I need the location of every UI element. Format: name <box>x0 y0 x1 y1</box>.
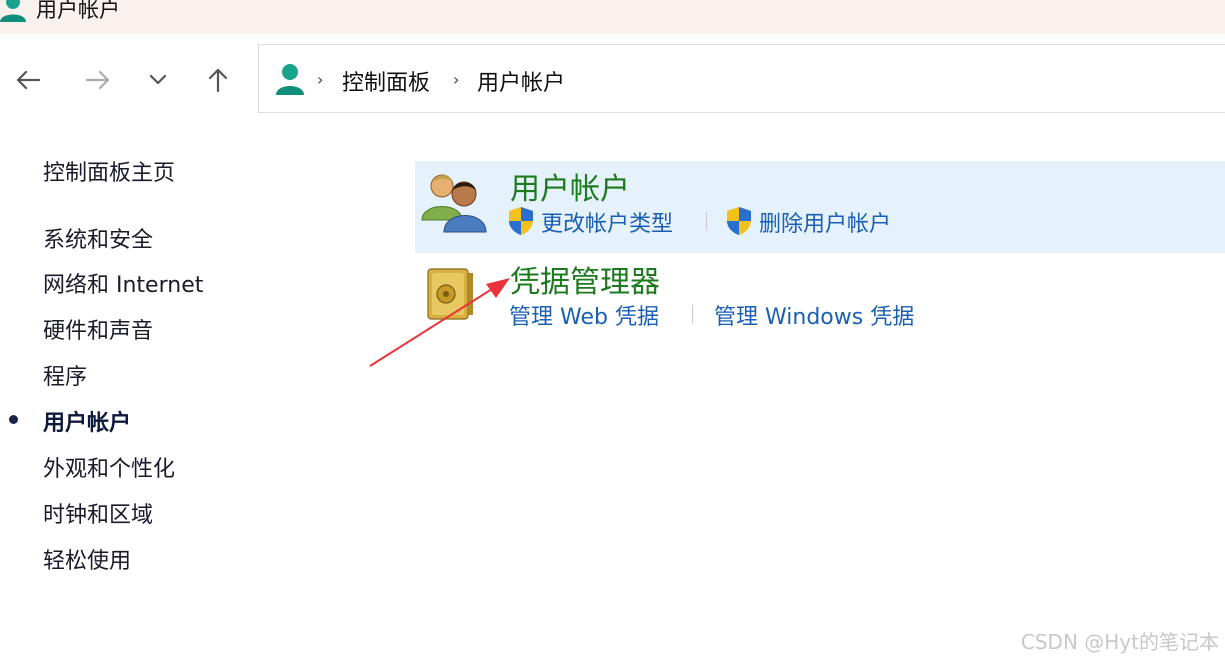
user-account-icon <box>0 0 26 22</box>
breadcrumb-chevron-icon[interactable]: › <box>453 70 459 89</box>
chevron-down-icon <box>149 74 167 85</box>
sidebar-item-appearance[interactable]: 外观和个性化 <box>43 451 175 483</box>
breadcrumb-chevron-icon[interactable]: › <box>317 70 323 89</box>
annotation-arrow <box>369 278 510 367</box>
uac-shield-icon <box>727 207 751 235</box>
sidebar-item-system-security[interactable]: 系统和安全 <box>43 222 153 254</box>
sidebar-item-ease-of-access[interactable]: 轻松使用 <box>43 543 131 575</box>
remove-user-account-link[interactable]: 删除用户帐户 <box>759 206 891 238</box>
back-button[interactable] <box>10 60 46 100</box>
credential-manager-title[interactable]: 凭据管理器 <box>510 257 660 301</box>
recent-locations-button[interactable] <box>140 60 176 100</box>
user-account-icon <box>276 64 304 95</box>
user-accounts-title[interactable]: 用户帐户 <box>510 164 630 208</box>
watermark: CSDN @Hyt的笔记本 <box>1020 630 1219 654</box>
link-separator <box>706 212 707 230</box>
sidebar-item-clock-region[interactable]: 时钟和区域 <box>43 497 153 529</box>
sidebar-item-hardware-sound[interactable]: 硬件和声音 <box>43 313 153 345</box>
window-title: 用户帐户 <box>36 0 120 22</box>
sidebar-item-network[interactable]: 网络和 Internet <box>43 267 203 299</box>
manage-web-credentials-link[interactable]: 管理 Web 凭据 <box>509 299 659 331</box>
active-bullet <box>9 415 18 424</box>
sidebar-item-programs[interactable]: 程序 <box>43 359 87 391</box>
users-icon <box>421 174 487 233</box>
address-bar[interactable]: › 控制面板 › 用户帐户 <box>258 44 1225 113</box>
sidebar-item-user-accounts[interactable]: 用户帐户 <box>43 405 131 437</box>
up-button[interactable] <box>200 60 236 100</box>
title-bar: 用户帐户 <box>0 0 1225 34</box>
breadcrumb-user-accounts[interactable]: 用户帐户 <box>477 65 565 97</box>
manage-windows-credentials-link[interactable]: 管理 Windows 凭据 <box>714 299 914 331</box>
forward-button[interactable] <box>80 60 116 100</box>
uac-shield-icon <box>509 207 533 235</box>
arrow-up-icon <box>208 68 228 93</box>
change-account-type-link[interactable]: 更改帐户类型 <box>541 206 673 238</box>
link-separator <box>692 305 693 323</box>
arrow-left-icon <box>16 70 41 90</box>
breadcrumb-control-panel[interactable]: 控制面板 <box>342 65 430 97</box>
arrow-right-icon <box>85 70 110 90</box>
sidebar-item-home[interactable]: 控制面板主页 <box>43 155 175 187</box>
